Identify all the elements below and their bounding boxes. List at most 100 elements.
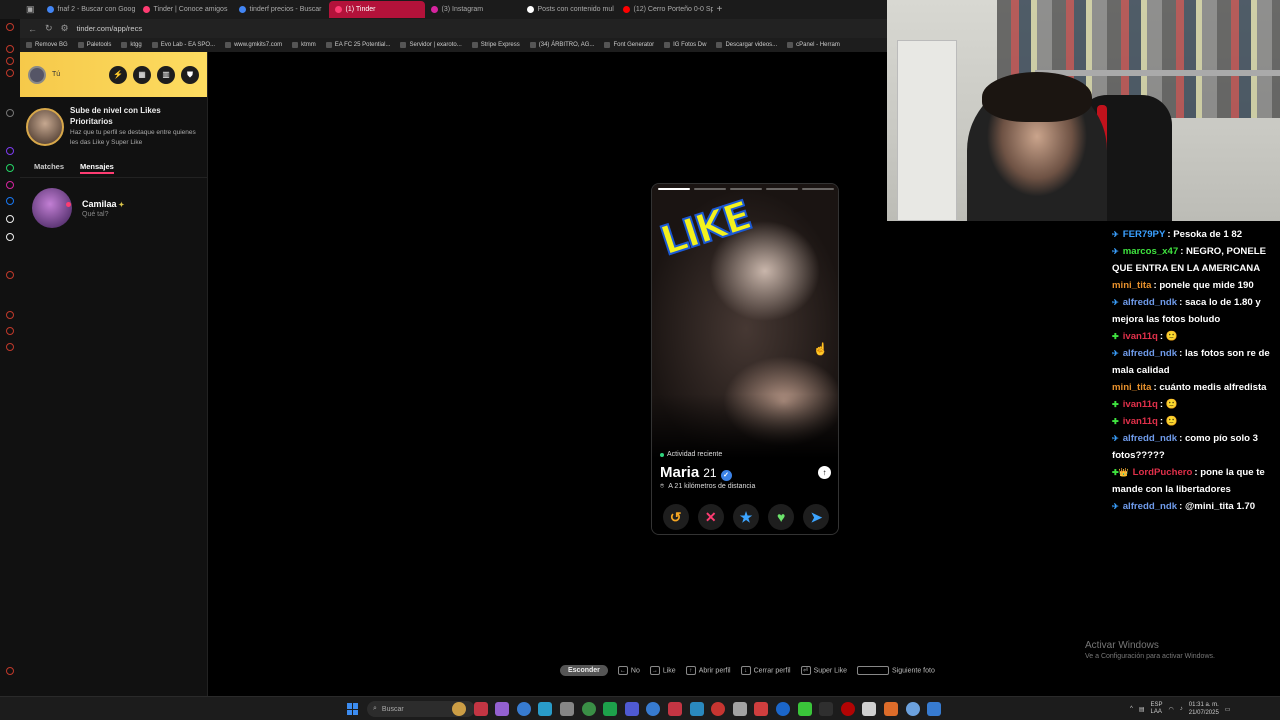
bookmark-item[interactable]: Descargar videos... bbox=[716, 42, 777, 48]
network-icon[interactable]: ▤ bbox=[1139, 706, 1145, 713]
taskbar-app-icon[interactable] bbox=[473, 702, 488, 716]
chat-username[interactable]: LordPuchero bbox=[1133, 467, 1193, 478]
chat-username[interactable]: FER79PY bbox=[1123, 229, 1166, 240]
bookmark-item[interactable]: Stripe Express bbox=[471, 42, 520, 48]
taskbar-app-icon[interactable] bbox=[927, 702, 942, 716]
bookmark-item[interactable]: ktmm bbox=[292, 42, 316, 48]
bookmark-item[interactable]: www.gmkits7.com bbox=[225, 42, 282, 48]
bookmark-item[interactable]: (34) ÁRBITRO, AG... bbox=[529, 42, 594, 48]
chat-username[interactable]: marcos_x47 bbox=[1123, 246, 1178, 257]
taskbar-app-icon[interactable] bbox=[452, 702, 466, 716]
conversation-item[interactable]: Camilaa ✦ Qué tal? bbox=[20, 178, 207, 238]
rail-app-icon[interactable] bbox=[6, 327, 14, 335]
bookmark-item[interactable]: cPanel - Herram bbox=[787, 42, 840, 48]
rewind-button[interactable]: ↺ bbox=[662, 504, 689, 530]
taskbar-app-icon[interactable] bbox=[797, 702, 812, 716]
bookmark-item[interactable]: Servidor | exaroto... bbox=[400, 42, 462, 48]
taskbar-app-icon[interactable] bbox=[646, 702, 661, 716]
chat-username[interactable]: ivan11q bbox=[1123, 416, 1158, 427]
superlike-button[interactable]: ★ bbox=[732, 504, 759, 530]
site-info-icon[interactable]: ⚙ bbox=[61, 23, 69, 34]
boost-icon[interactable]: ⚡ bbox=[109, 65, 127, 84]
taskbar-app-icon[interactable] bbox=[538, 702, 553, 716]
taskbar-app-icon[interactable] bbox=[840, 702, 855, 716]
browser-tab[interactable]: (1) Tinder bbox=[328, 1, 425, 18]
taskbar-app-icon[interactable] bbox=[905, 702, 920, 716]
avatar[interactable] bbox=[28, 65, 46, 84]
url-field[interactable]: tinder.com/app/recs bbox=[77, 24, 142, 33]
chat-username[interactable]: alfredd_ndk bbox=[1123, 433, 1177, 444]
clock[interactable]: 01:31 a. m. 21/07/2025 bbox=[1189, 701, 1219, 717]
rail-app-icon[interactable] bbox=[6, 271, 14, 279]
rail-app-icon[interactable] bbox=[6, 197, 14, 205]
bookmark-item[interactable]: Remove BG bbox=[26, 42, 68, 48]
chat-username[interactable]: alfredd_ndk bbox=[1123, 348, 1177, 359]
rail-app-icon[interactable] bbox=[6, 147, 14, 155]
taskbar-app-icon[interactable] bbox=[689, 702, 704, 716]
browser-tab[interactable]: (3) Instagram bbox=[425, 1, 521, 18]
new-tab-button[interactable]: + bbox=[717, 4, 723, 15]
chat-username[interactable]: mini_tita bbox=[1112, 280, 1151, 291]
rail-app-icon[interactable] bbox=[6, 215, 14, 223]
nope-button[interactable]: ✕ bbox=[697, 504, 724, 530]
rail-app-icon[interactable] bbox=[6, 23, 14, 31]
bookmark-item[interactable]: Font Generator bbox=[604, 42, 654, 48]
rail-app-icon[interactable] bbox=[6, 311, 14, 319]
hide-hints-button[interactable]: Esconder bbox=[560, 664, 608, 676]
taskbar-app-icon[interactable] bbox=[711, 702, 726, 716]
browser-tab[interactable]: tinderf precios - Buscar bbox=[233, 1, 329, 18]
rail-app-icon[interactable] bbox=[6, 181, 14, 189]
tab-matches[interactable]: Matches bbox=[34, 162, 64, 174]
explore-icon[interactable]: ▦ bbox=[133, 65, 151, 84]
rail-app-icon[interactable] bbox=[6, 343, 14, 351]
windows-start-icon[interactable] bbox=[347, 703, 359, 715]
taskbar-app-icon[interactable] bbox=[732, 702, 747, 716]
taskbar-app-icon[interactable] bbox=[884, 702, 898, 716]
browser-tab[interactable]: (12) Cerro Porteño 0-0 Sp bbox=[617, 1, 713, 18]
reload-icon[interactable]: ↻ bbox=[45, 23, 53, 34]
browser-tab[interactable]: Tinder | Conoce amigos bbox=[137, 1, 233, 18]
taskbar-app-icon[interactable] bbox=[776, 702, 790, 716]
bookmark-item[interactable]: ktgg bbox=[121, 42, 142, 48]
bookmark-item[interactable]: EA FC 25 Potential... bbox=[325, 42, 390, 48]
taskbar-app-icon[interactable] bbox=[754, 702, 769, 716]
volume-icon[interactable]: ♪ bbox=[1180, 706, 1183, 712]
taskbar-app-icon[interactable] bbox=[603, 702, 618, 716]
chat-username[interactable]: ivan11q bbox=[1123, 331, 1158, 342]
taskbar-app-icon[interactable] bbox=[495, 702, 510, 716]
notifications-icon[interactable]: ▭ bbox=[1225, 706, 1231, 713]
taskbar-app-icon[interactable] bbox=[668, 702, 682, 716]
briefcase-icon[interactable]: ▥ bbox=[157, 65, 175, 84]
chat-username[interactable]: alfredd_ndk bbox=[1123, 297, 1177, 308]
chat-username[interactable]: alfredd_ndk bbox=[1123, 501, 1177, 512]
taskbar-app-icon[interactable] bbox=[581, 702, 596, 716]
language-indicator[interactable]: ESP LAA bbox=[1151, 702, 1163, 716]
promo-banner[interactable]: Sube de nivel con Likes Prioritarios Haz… bbox=[20, 97, 207, 156]
bookmark-item[interactable]: Evo Lab - EA SPO... bbox=[151, 42, 215, 48]
back-icon[interactable]: ← bbox=[28, 24, 37, 34]
like-button[interactable]: ♥ bbox=[768, 504, 795, 530]
rail-app-icon[interactable] bbox=[6, 164, 14, 172]
browser-tab[interactable]: Posts con contenido mul bbox=[521, 1, 617, 18]
rail-app-icon[interactable] bbox=[6, 45, 14, 53]
rail-app-icon[interactable] bbox=[6, 57, 14, 65]
taskbar-app-icon[interactable] bbox=[862, 702, 877, 716]
taskbar-app-icon[interactable] bbox=[560, 702, 574, 716]
open-profile-button[interactable]: ↑ bbox=[818, 466, 831, 479]
tab-mensajes[interactable]: Mensajes bbox=[80, 162, 114, 174]
bookmark-item[interactable]: Paletools bbox=[77, 42, 111, 48]
shield-icon[interactable]: ⛊ bbox=[181, 65, 199, 84]
wifi-icon[interactable]: ◠ bbox=[1169, 706, 1174, 713]
boost-button[interactable]: ➤ bbox=[803, 504, 830, 530]
rail-app-icon[interactable] bbox=[6, 69, 14, 77]
rail-app-icon[interactable] bbox=[6, 233, 14, 241]
chevron-up-icon[interactable]: ^ bbox=[1130, 706, 1133, 712]
chat-username[interactable]: mini_tita bbox=[1112, 382, 1151, 393]
tab-actions-icon[interactable]: ▣ bbox=[26, 4, 35, 15]
taskbar-app-icon[interactable] bbox=[819, 702, 834, 716]
chat-username[interactable]: ivan11q bbox=[1123, 399, 1158, 410]
user-label[interactable]: Tú bbox=[52, 71, 103, 78]
rail-app-icon[interactable] bbox=[6, 667, 14, 675]
rail-app-icon[interactable] bbox=[6, 109, 14, 117]
browser-tab[interactable]: fnaf 2 - Buscar con Goog bbox=[41, 1, 137, 18]
